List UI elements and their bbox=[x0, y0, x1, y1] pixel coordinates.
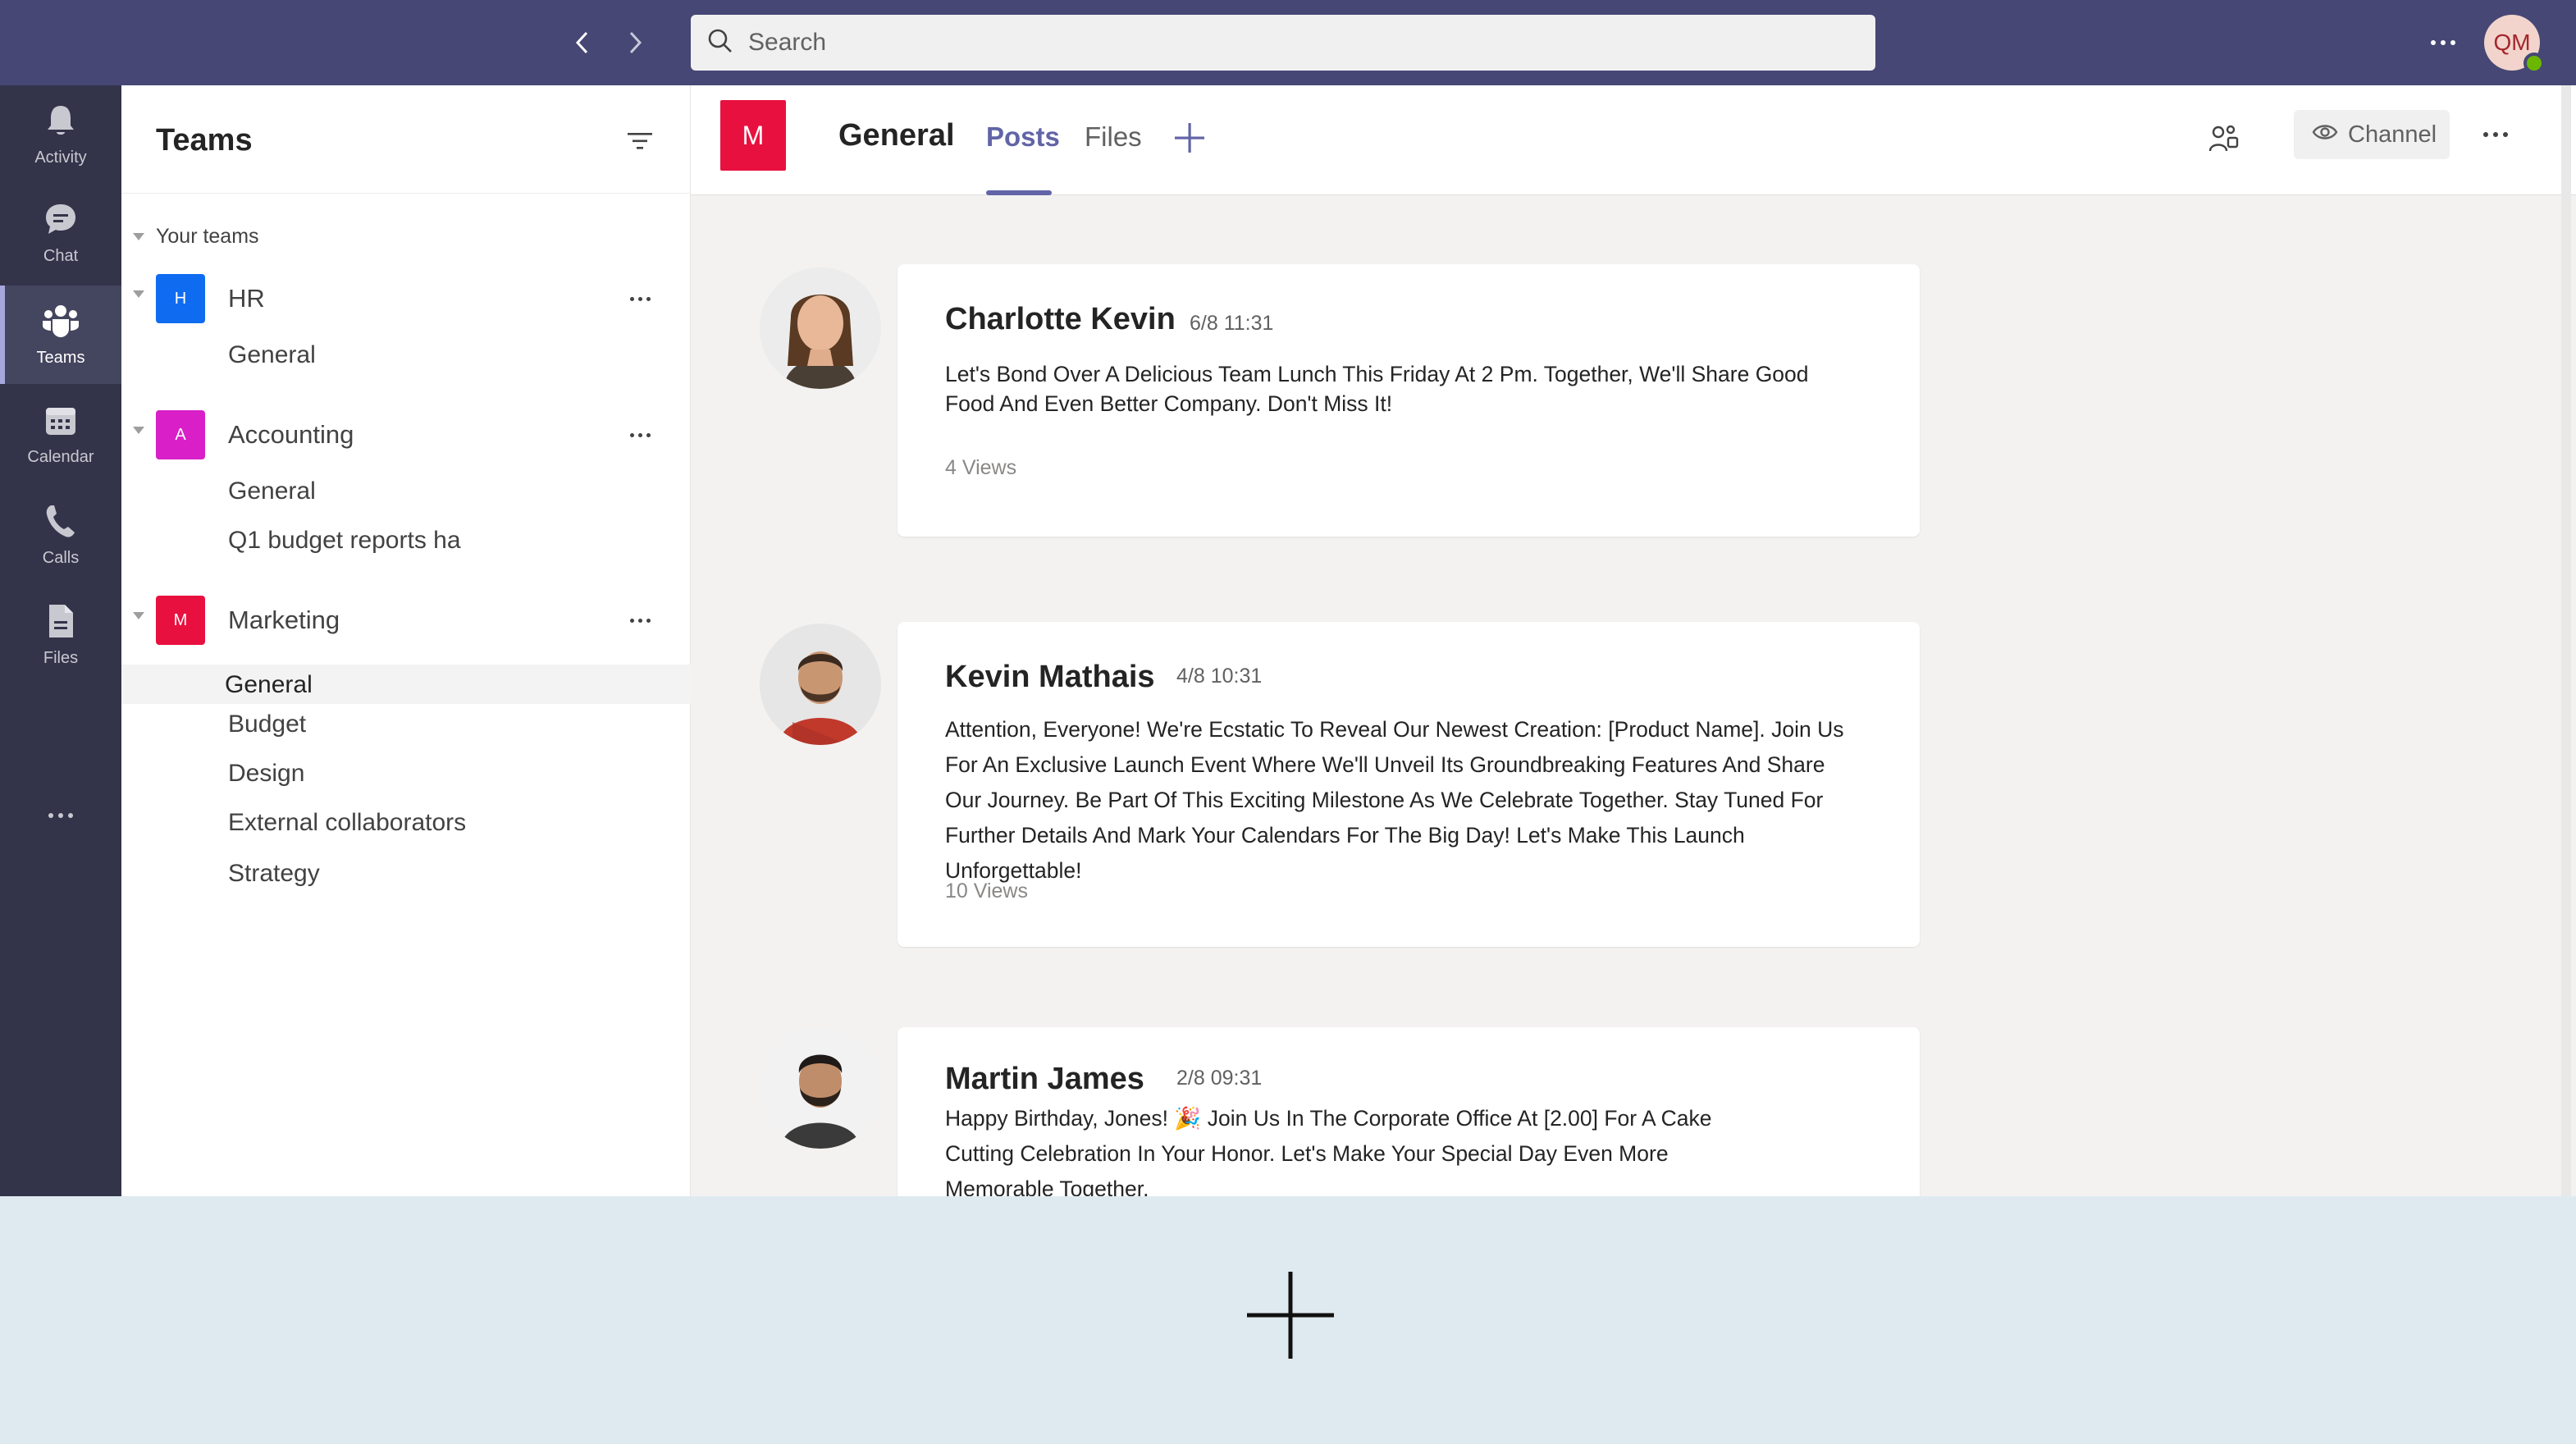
team-accounting[interactable]: A Accounting bbox=[121, 404, 691, 466]
post-timestamp: 2/8 09:31 bbox=[1176, 1067, 1263, 1090]
team-more-options-icon[interactable] bbox=[623, 289, 656, 308]
rail-label: Teams bbox=[36, 348, 85, 367]
eye-icon bbox=[2312, 121, 2338, 149]
post-body: Happy Birthday, Jones! 🎉 Join Us In The … bbox=[945, 1106, 1712, 1201]
vertical-scrollbar[interactable] bbox=[2561, 85, 2571, 1196]
channel-marketing-design[interactable]: Design bbox=[228, 760, 304, 788]
search-placeholder: Search bbox=[748, 29, 827, 56]
post-card: Kevin Mathais 4/8 10:31 Attention, Every… bbox=[897, 622, 1920, 947]
more-apps-icon[interactable] bbox=[39, 806, 82, 825]
channel-more-options-icon[interactable] bbox=[2476, 125, 2515, 144]
post-author[interactable]: Charlotte Kevin bbox=[945, 302, 1176, 337]
channel-main: M General Posts Files Channel Charlotte … bbox=[691, 85, 2576, 1241]
channel-accounting-general[interactable]: General bbox=[228, 478, 316, 505]
team-badge-hr: H bbox=[156, 274, 205, 323]
avatar-martin-james[interactable] bbox=[760, 1027, 881, 1149]
phone-icon bbox=[44, 503, 77, 549]
bell-icon bbox=[43, 103, 78, 149]
channel-button-label: Channel bbox=[2348, 121, 2437, 148]
file-icon bbox=[45, 603, 76, 649]
team-hr[interactable]: H HR bbox=[121, 267, 691, 330]
filter-icon[interactable] bbox=[623, 125, 656, 158]
search-icon bbox=[707, 28, 733, 58]
add-tab-plus-icon[interactable] bbox=[1167, 115, 1213, 161]
app-rail: Activity Chat Teams Calendar Calls Files bbox=[0, 85, 121, 1196]
teams-header: Teams bbox=[121, 85, 691, 194]
tab-files[interactable]: Files bbox=[1085, 121, 1142, 153]
bottom-panel bbox=[0, 1196, 2576, 1444]
rail-label: Calendar bbox=[27, 447, 94, 466]
rail-item-activity[interactable]: Activity bbox=[0, 85, 121, 184]
rail-item-chat[interactable]: Chat bbox=[0, 184, 121, 282]
team-badge-accounting: A bbox=[156, 410, 205, 459]
tab-posts[interactable]: Posts bbox=[986, 121, 1060, 153]
caret-down-icon[interactable] bbox=[133, 233, 144, 240]
active-tab-indicator bbox=[986, 190, 1052, 195]
team-badge-marketing: M bbox=[156, 596, 205, 645]
team-name: HR bbox=[228, 284, 265, 313]
rail-item-calendar[interactable]: Calendar bbox=[0, 386, 121, 484]
chat-icon bbox=[43, 201, 79, 247]
channel-marketing-budget[interactable]: Budget bbox=[228, 711, 306, 738]
rail-label: Calls bbox=[42, 548, 80, 567]
rail-item-teams[interactable]: Teams bbox=[0, 286, 121, 384]
rail-label: Files bbox=[43, 648, 79, 667]
teams-icon bbox=[41, 303, 80, 349]
teams-title: Teams bbox=[156, 123, 253, 158]
channel-marketing-external-collaborators[interactable]: External collaborators bbox=[228, 809, 466, 837]
team-more-options-icon[interactable] bbox=[623, 610, 656, 630]
forward-arrow-icon[interactable] bbox=[614, 21, 656, 64]
channel-accounting-q1-budget[interactable]: Q1 budget reports ha bbox=[228, 527, 461, 555]
channel-header: M General Posts Files Channel bbox=[691, 85, 2576, 195]
post-body: Let's Bond Over A Delicious Team Lunch T… bbox=[945, 362, 1809, 416]
selected-channel-highlight bbox=[121, 665, 691, 704]
rail-item-files[interactable]: Files bbox=[0, 586, 121, 684]
team-name: Accounting bbox=[228, 420, 354, 449]
team-members-icon[interactable] bbox=[2202, 118, 2245, 161]
channel-hr-general[interactable]: General bbox=[228, 341, 316, 369]
presence-available-icon bbox=[2523, 53, 2545, 74]
top-bar: Search QM bbox=[0, 0, 2576, 85]
settings-more-icon[interactable] bbox=[2420, 23, 2466, 62]
post-author[interactable]: Kevin Mathais bbox=[945, 660, 1155, 695]
back-arrow-icon[interactable] bbox=[561, 21, 604, 64]
channel-marketing-strategy[interactable]: Strategy bbox=[228, 860, 320, 888]
teams-panel: Teams Your teams H HR General A Accounti… bbox=[121, 85, 691, 1196]
search-input[interactable]: Search bbox=[691, 15, 1875, 71]
post-card: Charlotte Kevin 6/8 11:31 Let's Bond Ove… bbox=[897, 264, 1920, 537]
user-initials: QM bbox=[2493, 30, 2531, 55]
rail-label: Chat bbox=[43, 246, 79, 265]
avatar-kevin-mathais[interactable] bbox=[760, 624, 881, 745]
channel-marketing-general[interactable]: General bbox=[225, 671, 313, 699]
post-views: 10 Views bbox=[945, 880, 1028, 902]
team-marketing[interactable]: M Marketing bbox=[121, 589, 691, 651]
channel-info-button[interactable]: Channel bbox=[2294, 110, 2450, 159]
channel-team-badge: M bbox=[720, 100, 786, 171]
post-timestamp: 4/8 10:31 bbox=[1176, 665, 1263, 688]
user-avatar[interactable]: QM bbox=[2484, 15, 2545, 74]
post-views: 4 Views bbox=[945, 456, 1017, 479]
rail-item-calls[interactable]: Calls bbox=[0, 486, 121, 584]
plus-icon[interactable] bbox=[1245, 1270, 1336, 1360]
team-more-options-icon[interactable] bbox=[623, 425, 656, 445]
post-body: Attention, Everyone! We're Ecstatic To R… bbox=[945, 717, 1844, 883]
post-timestamp: 6/8 11:31 bbox=[1190, 312, 1274, 335]
channel-title: General bbox=[838, 118, 955, 153]
post-author[interactable]: Martin James bbox=[945, 1062, 1144, 1097]
team-name: Marketing bbox=[228, 605, 340, 634]
section-label-your-teams: Your teams bbox=[156, 225, 259, 248]
avatar-charlotte-kevin[interactable] bbox=[760, 267, 881, 389]
rail-label: Activity bbox=[34, 148, 87, 167]
calendar-icon bbox=[43, 404, 78, 448]
